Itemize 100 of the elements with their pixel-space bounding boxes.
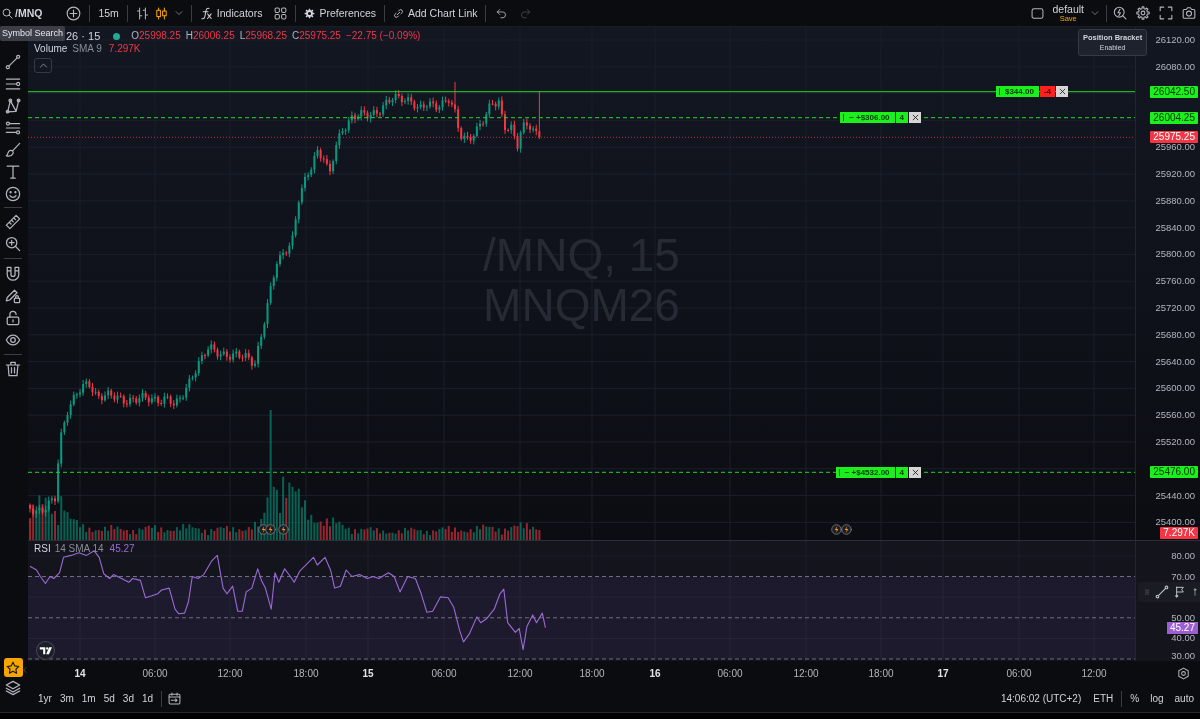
- link-icon: [393, 7, 404, 19]
- layout-button[interactable]: default: [1052, 3, 1084, 15]
- handle-icon[interactable]: [838, 468, 840, 476]
- square-icon[interactable]: [1031, 6, 1045, 20]
- camera-icon[interactable]: [1182, 6, 1196, 20]
- brush-icon[interactable]: [5, 142, 21, 158]
- range-button[interactable]: 5d: [101, 692, 117, 705]
- quantity-label: 4: [895, 466, 908, 478]
- chevron-up-icon: [38, 61, 48, 70]
- lightning-icon[interactable]: [264, 524, 276, 535]
- search-icon[interactable]: [1113, 6, 1127, 20]
- indicator-value: 45.27: [109, 543, 135, 555]
- scale-option-button[interactable]: auto: [1172, 692, 1196, 705]
- preferences-button[interactable]: Preferences: [304, 7, 376, 19]
- candlestick-icon[interactable]: [154, 6, 168, 20]
- settings-icon[interactable]: [1177, 667, 1190, 680]
- star-icon: [6, 660, 20, 675]
- order-line[interactable]: [28, 91, 1136, 93]
- trend-line-icon[interactable]: [5, 54, 21, 70]
- horizontal-lines-icon[interactable]: [5, 76, 21, 92]
- range-button[interactable]: 3m: [57, 692, 76, 705]
- order-pnl-button[interactable]: $344.00: [995, 86, 1039, 98]
- order-pnl-button[interactable]: ~ +$306.00: [840, 112, 895, 124]
- close-button[interactable]: [909, 466, 921, 478]
- layers-icon[interactable]: [5, 680, 21, 696]
- indicator-params: 14 SMA 14: [54, 543, 104, 555]
- time-label: 12:00: [1081, 668, 1107, 679]
- scale-option-button[interactable]: log: [1148, 692, 1166, 705]
- time-label: 18:00: [868, 668, 894, 679]
- range-button[interactable]: 1yr: [36, 692, 54, 705]
- zoom-in-icon[interactable]: [5, 236, 21, 252]
- trend-line-icon[interactable]: [1155, 585, 1169, 599]
- fullscreen-icon[interactable]: [1159, 6, 1173, 20]
- ohlc-value: L25968.25: [239, 30, 287, 42]
- settings-icon[interactable]: [1136, 6, 1150, 20]
- price-label: 25960.00: [1155, 142, 1195, 153]
- flag-icon[interactable]: [1174, 586, 1186, 598]
- price-label: 25400.00: [1155, 517, 1195, 528]
- indicator-params: SMA 9: [72, 43, 102, 55]
- scale-option-button[interactable]: %: [1128, 692, 1142, 705]
- grid-icon[interactable]: [274, 6, 288, 20]
- range-button[interactable]: 3d: [120, 692, 136, 705]
- price-label: 30.00: [1171, 651, 1195, 661]
- price-label: 25880.00: [1155, 195, 1195, 206]
- trash-icon[interactable]: [5, 361, 21, 377]
- indicators-button[interactable]: Indicators: [199, 6, 263, 20]
- ruler-icon[interactable]: [5, 214, 21, 230]
- lightning-icon[interactable]: [277, 524, 289, 535]
- text-tool-icon[interactable]: [5, 164, 21, 180]
- price-label: 70.00: [1171, 571, 1195, 582]
- range-button[interactable]: 1m: [79, 692, 98, 705]
- order-pnl-button[interactable]: ~ +$4532.00: [835, 466, 895, 478]
- handle-icon[interactable]: [843, 114, 845, 122]
- time-label: 18:00: [579, 668, 605, 679]
- interval-button[interactable]: 15m: [98, 7, 119, 19]
- quantity-label: 4: [895, 112, 908, 124]
- time-label: 06:00: [431, 668, 457, 679]
- bar-chart-icon[interactable]: [135, 6, 149, 20]
- order-line[interactable]: [28, 117, 1136, 119]
- ohlc-value: O25998.25: [131, 30, 181, 42]
- session-button[interactable]: ETH: [1091, 692, 1116, 705]
- time-label: 06:00: [717, 668, 743, 679]
- chart-link-button[interactable]: Add Chart Link: [393, 7, 478, 19]
- pencil-lock-icon[interactable]: [5, 288, 21, 304]
- calendar-icon[interactable]: [168, 692, 182, 705]
- order-price-label: 26042.50: [1150, 85, 1198, 98]
- price-label: 25760.00: [1155, 276, 1195, 287]
- time-label: 18:00: [293, 668, 319, 679]
- magnet-icon[interactable]: [5, 266, 21, 282]
- favorites-button[interactable]: [3, 658, 23, 677]
- price-change: −22.75 (−0.09%): [345, 30, 421, 42]
- function-icon: [199, 6, 213, 20]
- close-button[interactable]: [1056, 86, 1068, 98]
- unlock-icon[interactable]: [5, 310, 21, 326]
- time-label: 12:00: [793, 668, 819, 679]
- pattern-icon[interactable]: [5, 98, 21, 114]
- lightning-icon[interactable]: [840, 524, 852, 535]
- logo-icon[interactable]: [36, 641, 55, 660]
- order-price-label: 26004.25: [1150, 111, 1198, 124]
- smiley-icon[interactable]: [5, 186, 21, 202]
- close-button[interactable]: [909, 112, 921, 124]
- price-label: 25920.00: [1155, 169, 1195, 179]
- parallel-channel-icon[interactable]: [5, 120, 21, 136]
- pin-icon[interactable]: [1191, 585, 1199, 599]
- symbol-search-button[interactable]: /MNQ: [2, 7, 43, 19]
- price-label: 25600.00: [1155, 383, 1195, 394]
- chevron-left-icon[interactable]: [22, 665, 28, 675]
- price-label: 25680.00: [1155, 329, 1195, 340]
- price-label: 25800.00: [1155, 249, 1195, 260]
- handle-icon[interactable]: [998, 88, 1000, 96]
- clock-button[interactable]: 14:06:02 (UTC+2): [998, 692, 1084, 705]
- order-line[interactable]: [28, 471, 1136, 473]
- lightning-icon[interactable]: [830, 524, 842, 535]
- eye-icon[interactable]: [5, 332, 21, 348]
- add-icon[interactable]: [66, 5, 82, 21]
- time-label: 16: [649, 668, 661, 679]
- indicator-name: Volume: [34, 43, 68, 55]
- undo-icon[interactable]: [496, 7, 508, 19]
- time-label: 17: [937, 668, 949, 679]
- range-button[interactable]: 1d: [139, 692, 156, 705]
